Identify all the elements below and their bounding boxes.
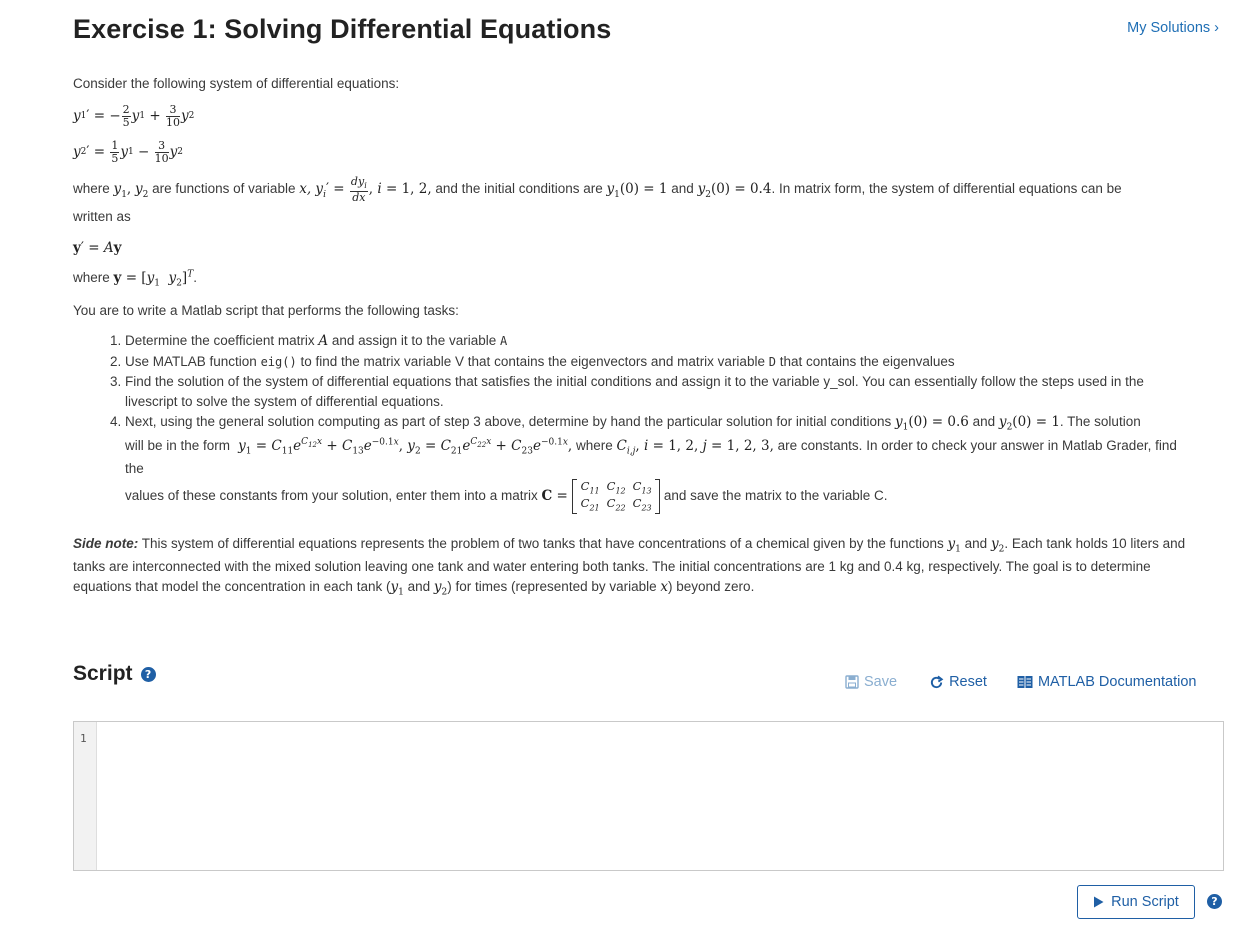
code-editor[interactable]: 1 xyxy=(73,721,1224,871)
save-button[interactable]: Save xyxy=(845,674,897,690)
reset-icon xyxy=(930,675,944,688)
task-3: Find the solution of the system of diffe… xyxy=(125,372,1193,413)
task-2: Use MATLAB function eig() to find the ma… xyxy=(125,352,1193,372)
run-script-button[interactable]: Run Script xyxy=(1077,885,1195,919)
task-1: Determine the coefficient matrix A and a… xyxy=(125,331,1193,351)
matlab-documentation-button[interactable]: MATLAB Documentation xyxy=(1017,674,1197,690)
script-toolbar: Save Reset MATLAB Documentation xyxy=(845,674,1196,690)
task-4: Next, using the general solution computi… xyxy=(125,412,1193,514)
my-solutions-link[interactable]: My Solutions › xyxy=(1127,20,1219,36)
reset-label: Reset xyxy=(949,674,987,690)
exercise-page: Exercise 1: Solving Differential Equatio… xyxy=(0,0,1252,937)
side-note: Side note: This system of differential e… xyxy=(73,535,1186,598)
documentation-label: MATLAB Documentation xyxy=(1037,674,1197,690)
task-intro: You are to write a Matlab script that pe… xyxy=(73,303,459,319)
book-icon xyxy=(1017,676,1033,688)
line-number-gutter: 1 xyxy=(74,722,97,870)
run-help-icon[interactable]: ? xyxy=(1207,894,1222,909)
matrix-equation: y′ = Ay xyxy=(73,239,122,256)
constants-matrix: C11 C12 C13 C21 C22 C23 xyxy=(572,478,661,514)
save-icon xyxy=(845,675,859,689)
equation-1: y 1 ′ = − 25 y1 + 3 10 y2 xyxy=(73,103,195,129)
script-title: Script ? xyxy=(73,662,156,686)
code-area[interactable] xyxy=(104,730,1215,862)
equation-2: y 2 ′ = 15 y1 − 3 10 y2 xyxy=(73,139,184,165)
page-title: Exercise 1: Solving Differential Equatio… xyxy=(73,14,612,44)
problem-description: Consider the following system of differe… xyxy=(73,74,1193,600)
run-script-label: Run Script xyxy=(1111,894,1179,910)
line-number: 1 xyxy=(80,732,87,745)
intro-text: Consider the following system of differe… xyxy=(73,76,400,91)
task-list: Determine the coefficient matrix A and a… xyxy=(73,331,1193,514)
where-y-text: where y = [y1 y2]T. xyxy=(73,269,197,289)
play-icon xyxy=(1094,896,1104,908)
reset-button[interactable]: Reset xyxy=(929,674,987,690)
save-label: Save xyxy=(864,674,898,690)
help-icon[interactable]: ? xyxy=(140,666,156,682)
where-paragraph: where y1, y2 are functions of variable x… xyxy=(73,175,1122,204)
written-as-text: written as xyxy=(73,209,131,225)
